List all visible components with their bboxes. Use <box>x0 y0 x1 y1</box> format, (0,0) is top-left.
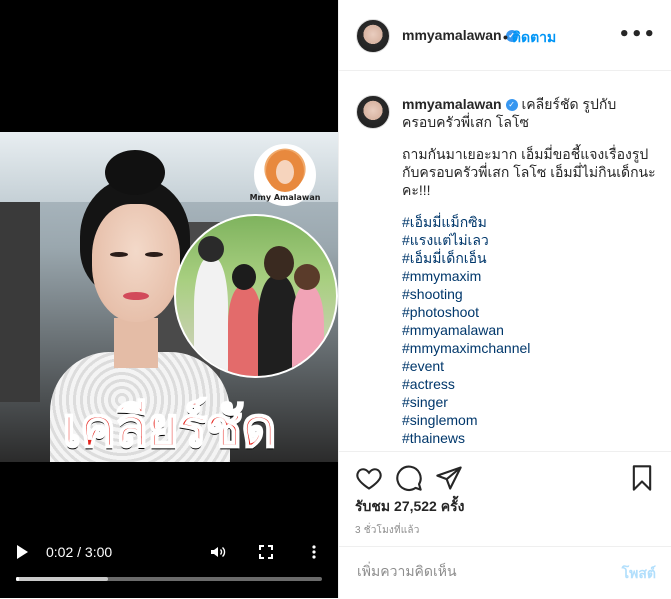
video-played <box>16 577 20 581</box>
follow-label[interactable]: ติดตาม <box>512 29 556 45</box>
neck <box>114 318 158 368</box>
header-username[interactable]: mmyamalawan ✓ <box>402 27 518 43</box>
person-4 <box>292 286 324 376</box>
hashtag-link[interactable]: #mmymaxim <box>402 267 662 285</box>
family-photo <box>174 214 338 378</box>
hashtag-link[interactable]: #เอ็มมี่เด็กเอ็น <box>402 249 662 267</box>
post-viewer: Mmy Amalawan เคลียร์ชัด 0:02 / 3:00 mmya… <box>0 0 671 598</box>
video-controls: 0:02 / 3:00 <box>0 536 338 598</box>
post-comment-button[interactable]: โพสต์ <box>622 563 656 585</box>
hashtag-link[interactable]: #แรงแต่ไม่เลว <box>402 231 662 249</box>
watermark-face <box>276 160 294 184</box>
volume-icon[interactable] <box>210 544 226 560</box>
right-eye <box>145 252 163 257</box>
lips <box>123 292 149 300</box>
heart-icon[interactable] <box>355 464 383 492</box>
hashtag-list: #เอ็มมี่แม็กซิม #แรงแต่ไม่เลว #เอ็มมี่เด็ก… <box>402 213 662 447</box>
post-header: mmyamalawan ✓ • ติดตาม ••• <box>339 0 671 71</box>
caption-body: ถามกันมาเยอะมาก เอ็มมี่ขอชี้แจงเรื่องรูป… <box>402 146 656 198</box>
person-2 <box>228 286 262 376</box>
hashtag-link[interactable]: #mmyamalawan <box>402 321 662 339</box>
comment-input[interactable] <box>355 560 589 582</box>
bookmark-icon[interactable] <box>628 464 656 492</box>
avatar[interactable] <box>356 19 390 53</box>
hashtag-link[interactable]: #singlemom <box>402 411 662 429</box>
video-more-icon[interactable] <box>306 544 322 560</box>
person-4-head <box>294 264 320 290</box>
post-timestamp[interactable]: 3 ชั่วโมงที่แล้ว <box>355 523 420 538</box>
watermark-label: Mmy Amalawan <box>249 193 321 202</box>
video-time: 0:02 / 3:00 <box>46 544 113 560</box>
caption-area: mmyamalawan ✓ เคลียร์ชัด รูปกับครอบครัวพี… <box>339 71 671 451</box>
video-buffered <box>16 577 108 581</box>
comment-box: โพสต์ <box>339 546 671 599</box>
hashtag-link[interactable]: #shooting <box>402 285 662 303</box>
left-eye <box>110 252 128 257</box>
caption-text: mmyamalawan ✓ เคลียร์ชัด รูปกับครอบครัวพี… <box>402 95 662 447</box>
hashtag-link[interactable]: #เอ็มมี่แม็กซิม <box>402 213 662 231</box>
follow-button[interactable]: • ติดตาม <box>503 27 556 49</box>
hashtag-link[interactable]: #singer <box>402 393 662 411</box>
video-headline: เคลียร์ชัด <box>61 395 277 460</box>
person-2-head <box>232 264 256 290</box>
more-options-icon[interactable]: ••• <box>618 24 656 45</box>
hashtag-link[interactable]: #thainews <box>402 429 662 447</box>
post-actions: รับชม 27,522 ครั้ง 3 ชั่วโมงที่แล้ว โพสต… <box>339 451 671 598</box>
video-frame[interactable]: Mmy Amalawan เคลียร์ชัด <box>0 132 338 462</box>
person-3-head <box>264 246 294 280</box>
post-sidebar: mmyamalawan ✓ • ติดตาม ••• mmyamalawan ✓ เค… <box>338 0 671 598</box>
hashtag-link[interactable]: #photoshoot <box>402 303 662 321</box>
hair-bun <box>105 150 165 195</box>
caption-username[interactable]: mmyamalawan <box>402 96 502 112</box>
person-1 <box>194 258 228 376</box>
person-1-head <box>198 236 224 262</box>
header-username-text[interactable]: mmyamalawan <box>402 27 502 43</box>
verified-badge-icon: ✓ <box>505 99 518 112</box>
hashtag-link[interactable]: #mmymaximchannel <box>402 339 662 357</box>
hashtag-link[interactable]: #actress <box>402 375 662 393</box>
hashtag-link[interactable]: #event <box>402 357 662 375</box>
share-icon[interactable] <box>435 464 463 492</box>
video-player[interactable]: Mmy Amalawan เคลียร์ชัด 0:02 / 3:00 <box>0 0 338 598</box>
video-progress-bar[interactable] <box>16 577 322 581</box>
separator: • <box>503 29 508 45</box>
comment-icon[interactable] <box>395 464 423 492</box>
fullscreen-icon[interactable] <box>258 544 274 560</box>
caption-avatar[interactable] <box>356 95 390 129</box>
face <box>92 204 180 322</box>
play-icon[interactable] <box>17 545 28 559</box>
view-count[interactable]: รับชม 27,522 ครั้ง <box>355 496 464 518</box>
